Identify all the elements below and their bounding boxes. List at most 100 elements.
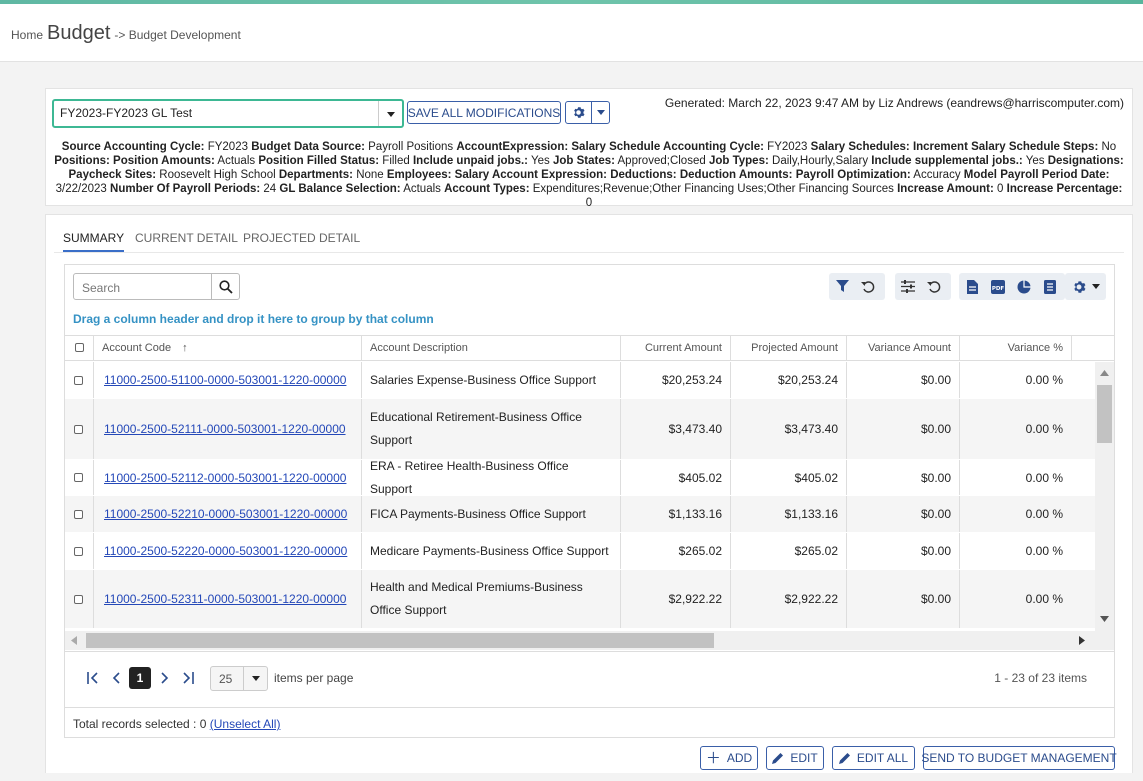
param-value: Payroll Positions [368,141,454,153]
table-row[interactable]: 11000-2500-51100-0000-503001-1220-00000 S… [65,362,1095,399]
account-description: Salaries Expense-Business Office Support [370,372,596,387]
sliders-icon [901,280,915,293]
account-description: Educational Retirement-Business Office S… [370,410,582,447]
reset-columns-button[interactable] [921,273,947,300]
param-key: Include unpaid jobs.: [412,155,528,167]
report-parameters-text: Source Accounting Cycle: FY2023 Budget D… [52,140,1126,210]
account-code-link[interactable]: 11000-2500-52311-0000-503001-1220-00000 [94,592,346,606]
report-button[interactable] [1037,273,1063,300]
table-row[interactable]: 11000-2500-52220-0000-503001-1220-00000 M… [65,533,1095,570]
column-header-account-description[interactable]: Account Description [361,336,620,361]
tab-projected-detail[interactable]: PROJECTED DETAIL [243,231,360,245]
row-checkbox[interactable] [74,424,83,434]
send-to-budget-management-button[interactable]: SEND TO BUDGET MANAGEMENT [921,746,1117,770]
svg-text:PDF: PDF [992,286,1005,292]
scroll-left-icon[interactable] [71,636,77,645]
pdf-icon: PDF [991,279,1005,294]
search-input[interactable]: Search [73,273,240,300]
reset-filter-button[interactable] [855,273,881,300]
page-size-arrow[interactable] [243,667,267,690]
export-document-button[interactable] [959,273,985,300]
param-value: Accuracy [913,169,961,181]
edit-all-button[interactable]: EDIT ALL [832,746,915,770]
scroll-down-icon[interactable] [1100,616,1109,622]
page-size-select[interactable]: 25 [210,666,268,691]
param-key: Position Filled Status: [258,155,380,167]
table-cell: $405.02 [620,460,730,495]
param-key: Source Accounting Cycle: [61,141,205,153]
column-header-label: Account Code [102,342,172,354]
next-page-button[interactable] [154,667,176,689]
budget-development-panel: SUMMARY CURRENT DETAIL PROJECTED DETAIL … [45,214,1133,781]
column-header-account-code[interactable]: Account Code ↑ [93,336,361,361]
first-page-button[interactable] [82,667,104,689]
table-row[interactable]: 11000-2500-52210-0000-503001-1220-00000 F… [65,496,1095,533]
export-pdf-button[interactable]: PDF [985,273,1011,300]
column-settings-button[interactable] [895,273,921,300]
table-cell: 11000-2500-51100-0000-503001-1220-00000 [93,362,361,398]
table-row[interactable]: 11000-2500-52311-0000-503001-1220-00000 H… [65,570,1095,629]
tab-summary[interactable]: SUMMARY [63,231,125,252]
param-key: Account Types: [444,183,530,195]
search-button[interactable] [211,274,239,299]
account-code-link[interactable]: 11000-2500-51100-0000-503001-1220-00000 [94,373,346,387]
current-page[interactable]: 1 [129,667,151,689]
horizontal-scroll-thumb[interactable] [86,633,714,648]
current-amount: $405.02 [678,470,722,485]
row-checkbox[interactable] [74,509,83,519]
column-header-current-amount[interactable]: Current Amount [620,336,730,361]
projected-amount: $265.02 [794,544,838,558]
previous-page-button[interactable] [105,667,127,689]
add-button[interactable]: ＋ ADD [700,746,758,770]
scroll-right-icon[interactable] [1079,636,1085,645]
account-code-link[interactable]: 11000-2500-52210-0000-503001-1220-00000 [94,507,347,521]
account-code-link[interactable]: 11000-2500-52111-0000-503001-1220-00000 [94,422,346,436]
breadcrumb-home[interactable]: Home [11,28,43,42]
param-value: None [356,169,384,181]
row-checkbox[interactable] [74,546,83,556]
table-cell: 11000-2500-52311-0000-503001-1220-00000 [93,570,361,628]
param-value: 0 [585,197,593,209]
account-code-link[interactable]: 11000-2500-52112-0000-503001-1220-00000 [94,471,346,485]
scroll-up-icon[interactable] [1100,370,1109,376]
tab-current-detail[interactable]: CURRENT DETAIL [135,231,238,245]
horizontal-scrollbar[interactable] [65,631,1114,650]
edit-button-label: EDIT [790,751,818,765]
column-header-projected-amount[interactable]: Projected Amount [730,336,846,361]
selection-text: Total records selected : 0 (Unselect All… [73,717,280,731]
columns-toolbar-group [895,273,951,300]
row-checkbox[interactable] [74,594,83,604]
vertical-scrollbar[interactable] [1095,362,1114,631]
vertical-scroll-thumb[interactable] [1097,385,1112,443]
save-all-modifications-button[interactable]: SAVE ALL MODIFICATIONS [407,101,561,124]
grid-settings-button[interactable] [1065,273,1106,300]
account-code-link[interactable]: 11000-2500-52220-0000-503001-1220-00000 [94,544,347,558]
settings-dropdown-button[interactable] [591,101,610,124]
row-checkbox[interactable] [74,473,83,482]
grid-settings-group [1065,273,1106,300]
settings-button[interactable] [565,101,592,124]
param-value: Expenditures;Revenue;Other Financing Use… [532,183,894,195]
budget-select[interactable]: FY2023-FY2023 GL Test [52,99,404,128]
table-cell: $3,473.40 [620,399,730,459]
param-key: Job Types: [708,155,769,167]
chevron-down-icon[interactable] [378,101,402,126]
chart-button[interactable] [1011,273,1037,300]
column-header-variance-pct[interactable]: Variance % [959,336,1071,361]
filter-button[interactable] [829,273,855,300]
unselect-all-link[interactable]: (Unselect All) [210,717,281,731]
variance-pct: 0.00 % [1025,470,1063,485]
table-row[interactable]: 11000-2500-52111-0000-503001-1220-00000 E… [65,399,1095,460]
first-page-icon [86,672,98,684]
param-value: FY2023 [767,141,808,153]
projected-amount: $20,253.24 [777,373,838,387]
account-description: ERA - Retiree Health-Business Office Sup… [370,458,569,496]
edit-button[interactable]: EDIT [766,746,824,770]
param-value: Actuals [403,183,441,195]
last-page-button[interactable] [176,667,198,689]
select-all-checkbox[interactable] [74,343,84,352]
column-header-variance-amount[interactable]: Variance Amount [846,336,959,361]
row-checkbox[interactable] [74,375,83,385]
filter-toolbar-group [829,273,885,300]
table-row[interactable]: 11000-2500-52112-0000-503001-1220-00000 E… [65,459,1095,496]
